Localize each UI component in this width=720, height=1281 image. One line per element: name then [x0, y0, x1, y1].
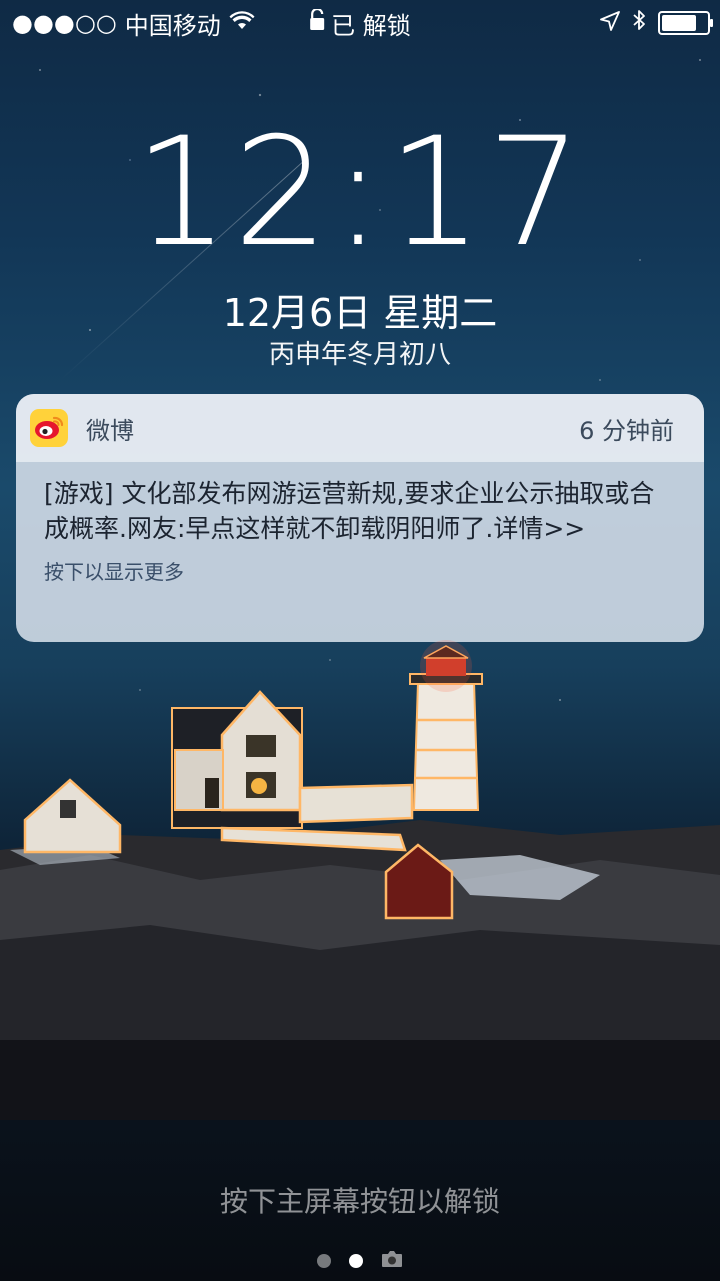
unlocked-padlock-icon — [309, 7, 325, 37]
notification-header: 微博 6 分钟前 — [16, 394, 704, 462]
unlock-hint: 按下主屏幕按钮以解锁 — [219, 1185, 500, 1218]
wifi-icon — [229, 9, 255, 37]
lighthouse-wallpaper — [0, 640, 720, 1120]
notification-time: 6 分钟前 — [579, 416, 674, 445]
status-right — [600, 9, 713, 37]
weibo-icon — [30, 409, 68, 447]
signal-strength: ●●●○○ — [12, 9, 117, 37]
status-left: ●●●○○ 中国移动 — [12, 6, 255, 41]
notification-app-name: 微博 — [86, 416, 134, 445]
camera-icon[interactable] — [381, 1250, 403, 1272]
notification-press-hint: 按下以显示更多 — [44, 560, 184, 584]
battery-level — [662, 15, 696, 31]
status-bar: ●●●○○ 中国移动 已 解锁 — [0, 0, 720, 46]
status-center: 已 解锁 — [309, 6, 411, 41]
notification-card[interactable]: 微博 6 分钟前 [游戏] 文化部发布网游运营新规,要求企业公示抽取或合成概率.… — [16, 394, 704, 642]
lock-status-label: 已 解锁 — [331, 11, 411, 40]
page-indicator — [0, 1250, 720, 1272]
notification-message: [游戏] 文化部发布网游运营新规,要求企业公示抽取或合成概率.网友:早点这样就不… — [44, 479, 655, 543]
clock-date: 12月6日 星期二 — [222, 291, 498, 335]
clock-time: 12:17 — [133, 106, 587, 280]
lunar-date: 丙申年冬月初八 — [268, 340, 451, 370]
battery-icon — [658, 11, 713, 35]
bluetooth-icon — [632, 9, 646, 37]
location-icon — [600, 9, 620, 37]
page-dot[interactable] — [317, 1254, 331, 1268]
carrier-name: 中国移动 — [124, 11, 221, 40]
page-dot-active[interactable] — [349, 1254, 363, 1268]
